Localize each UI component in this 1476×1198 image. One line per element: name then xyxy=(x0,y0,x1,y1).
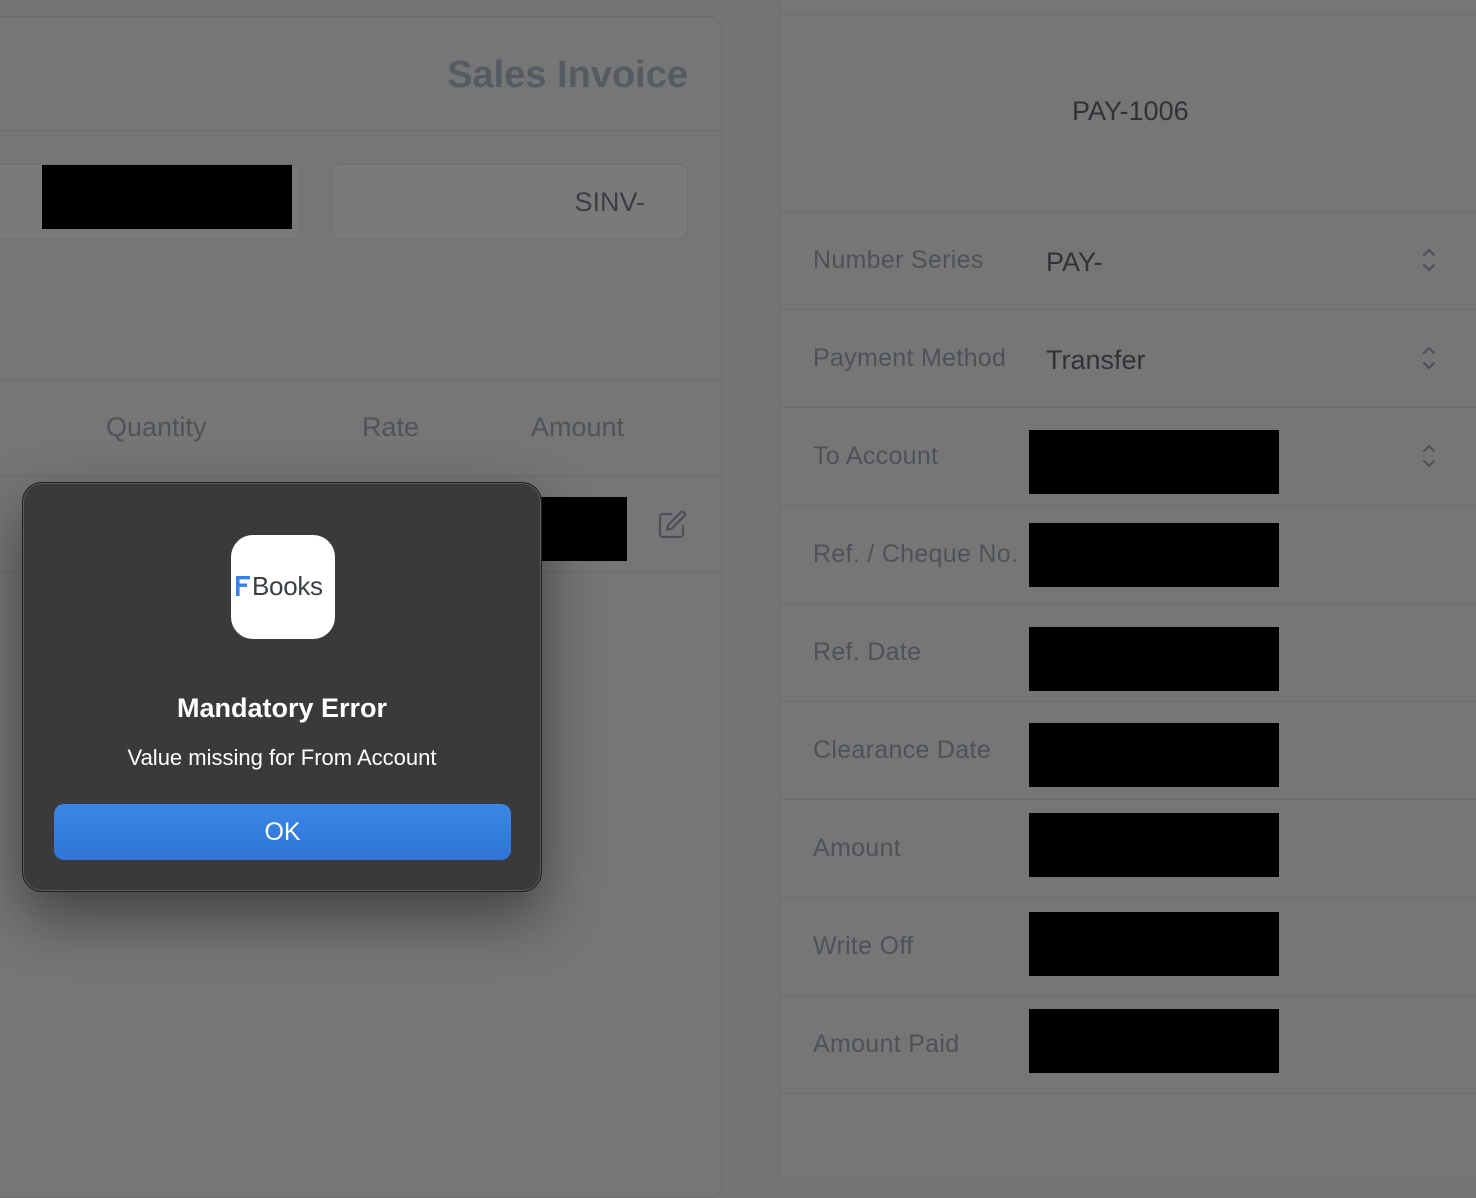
divider xyxy=(779,603,1476,604)
clearance-date-field[interactable] xyxy=(1029,723,1279,787)
column-header-rate: Rate xyxy=(362,412,420,442)
field-label-write-off: Write Off xyxy=(813,932,914,960)
field-label-clearance-date: Clearance Date xyxy=(813,736,991,764)
divider xyxy=(779,407,1476,408)
invoice-title: Sales Invoice xyxy=(447,54,688,96)
divider xyxy=(0,476,720,477)
to-account-field[interactable] xyxy=(1029,430,1279,494)
dialog-title: Mandatory Error xyxy=(176,693,388,723)
ok-button[interactable]: OK xyxy=(54,804,511,860)
field-label-payment-method: Payment Method xyxy=(813,344,1007,372)
divider xyxy=(779,309,1476,310)
field-label-amount: Amount xyxy=(813,834,901,862)
field-label-amount-paid: Amount Paid xyxy=(813,1030,960,1058)
column-header-quantity: Quantity xyxy=(106,412,207,442)
divider xyxy=(779,505,1476,506)
payment-panel xyxy=(779,0,1476,1180)
frappe-books-logo xyxy=(236,576,250,596)
divider xyxy=(779,897,1476,898)
redacted-value xyxy=(540,497,627,561)
divider xyxy=(779,211,1476,212)
chevron-updown-icon[interactable] xyxy=(1419,343,1439,373)
app-icon-label: Books xyxy=(252,571,323,601)
amount-field[interactable] xyxy=(1029,813,1279,877)
divider xyxy=(0,130,720,131)
field-label-to-account: To Account xyxy=(813,442,939,470)
reference-date-field[interactable] xyxy=(1029,627,1279,691)
field-label-reference-date: Ref. Date xyxy=(813,638,922,666)
invoice-number-series-field[interactable]: SINV- xyxy=(332,164,688,239)
field-label-number-series: Number Series xyxy=(813,246,984,274)
divider xyxy=(779,799,1476,800)
amount-paid-field[interactable] xyxy=(1029,1009,1279,1073)
write-off-field[interactable] xyxy=(1029,912,1279,976)
invoice-number-series-value: SINV- xyxy=(574,187,645,217)
divider xyxy=(0,379,720,380)
dialog-message: Value missing for From Account xyxy=(127,745,437,770)
payment-method-select[interactable]: Transfer xyxy=(1046,345,1146,376)
column-header-amount: Amount xyxy=(531,412,625,442)
redacted-value xyxy=(42,165,292,229)
number-series-select[interactable]: PAY- xyxy=(1046,247,1103,278)
chevron-updown-icon[interactable] xyxy=(1419,441,1439,471)
divider xyxy=(779,701,1476,702)
reference-id-field[interactable] xyxy=(1029,523,1279,587)
chevron-updown-icon[interactable] xyxy=(1419,245,1439,275)
app-icon: Books xyxy=(231,535,335,639)
payment-name: PAY-1006 xyxy=(1072,96,1189,126)
divider xyxy=(779,1093,1476,1094)
field-label-reference-id: Ref. / Cheque No. xyxy=(813,540,1019,568)
edit-icon[interactable] xyxy=(656,509,688,541)
divider xyxy=(779,995,1476,996)
mandatory-error-dialog: Books Mandatory Error Value missing for … xyxy=(22,482,542,892)
divider xyxy=(779,14,1476,15)
